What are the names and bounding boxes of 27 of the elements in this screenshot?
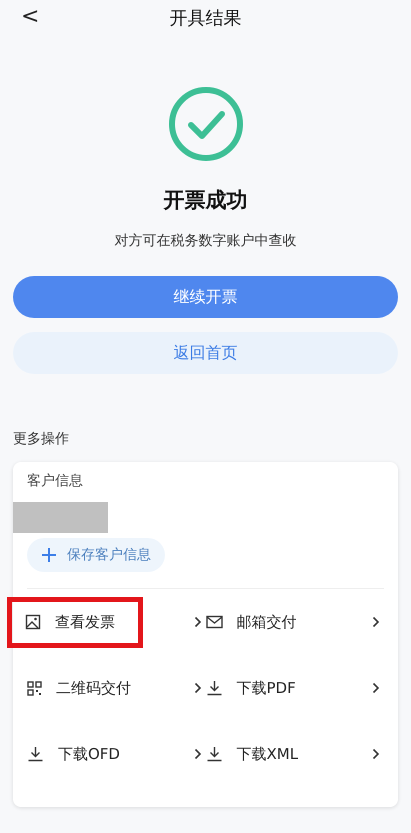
chevron-icon (372, 616, 380, 628)
download-icon (206, 746, 222, 762)
action-item[interactable]: 邮箱交付 (206, 602, 308, 642)
plus-icon (41, 547, 57, 563)
section-heading: 更多操作 (13, 430, 70, 448)
action-item[interactable]: 查看发票 (9, 598, 141, 646)
action-item[interactable]: 二维码交付 (15, 668, 143, 708)
chevron-icon (372, 682, 380, 694)
result-title: 开票成功 (164, 187, 248, 214)
mail-icon (206, 615, 222, 629)
qr-code-icon (27, 680, 42, 696)
download-icon (27, 746, 44, 762)
chevron-icon (372, 748, 380, 760)
action-item[interactable]: 下载XML (206, 734, 310, 774)
chevron-icon (194, 682, 202, 694)
chevron-icon (194, 748, 202, 760)
action-item[interactable]: 下载OFD (15, 734, 132, 774)
action-item[interactable]: 下载PDF (206, 668, 308, 708)
back-button[interactable]: < (17, 4, 44, 29)
page-title: 开具结果 (170, 7, 242, 30)
chevron-icon (194, 616, 202, 628)
customer-label: 客户信息 (27, 472, 84, 490)
result-subtitle: 对方可在税务数字账户中查收 (114, 232, 296, 250)
home-button[interactable]: 返回首页 (13, 332, 398, 374)
image-icon (25, 614, 41, 630)
download-icon (206, 680, 222, 696)
save-customer-button[interactable]: 保存客户信息 (27, 538, 165, 572)
